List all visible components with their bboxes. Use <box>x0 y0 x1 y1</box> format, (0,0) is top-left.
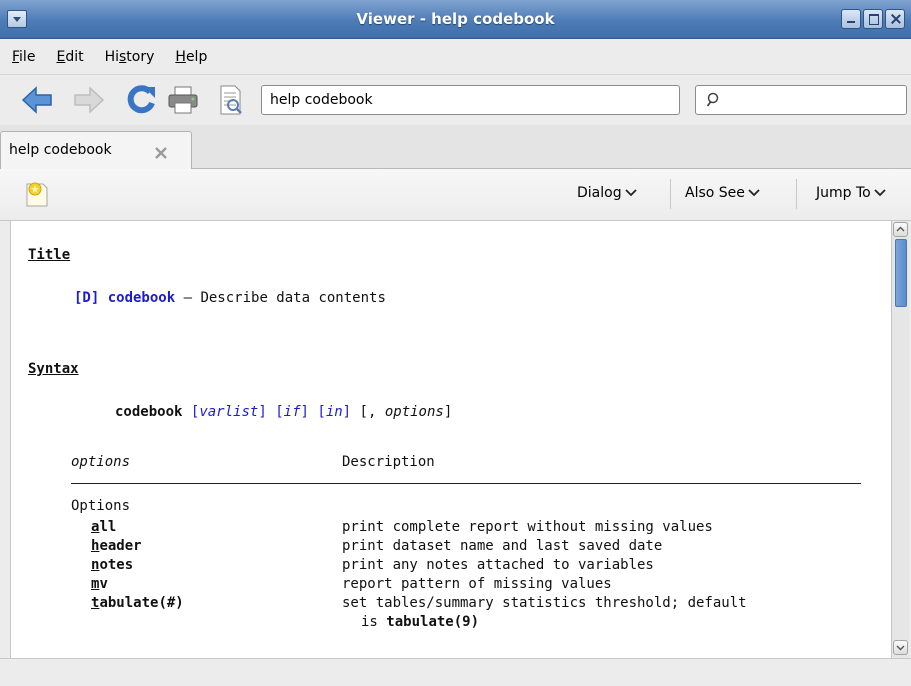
if-link[interactable]: if <box>284 404 301 420</box>
menu-file[interactable]: File <box>10 47 37 67</box>
dialog-label: Dialog <box>577 185 622 201</box>
maximize-button[interactable] <box>863 9 883 29</box>
chevron-down-icon <box>874 189 886 197</box>
syntax-line: codebook [varlist] [if] [in] [, options] <box>115 404 453 420</box>
option-mv[interactable]: mv <box>91 576 108 592</box>
window-titlebar: Viewer - help codebook <box>0 0 911 39</box>
window-title: Viewer - help codebook <box>356 10 555 28</box>
options-group-label: Options <box>71 498 131 514</box>
option-description: print any notes attached to variables <box>342 557 654 573</box>
manual-link[interactable]: [D] codebook <box>74 290 175 306</box>
options-column-header: options <box>71 454 131 470</box>
tab-help-codebook[interactable]: help codebook <box>0 131 192 170</box>
forward-arrow-icon[interactable] <box>72 83 106 117</box>
chevron-up-icon <box>896 226 905 232</box>
menu-help[interactable]: Help <box>173 47 209 67</box>
title-heading: Title <box>28 247 71 263</box>
option-description: print dataset name and last saved date <box>342 538 663 554</box>
menu-history[interactable]: History <box>103 47 157 67</box>
menubar: File Edit History Help <box>0 40 911 75</box>
option-description: print complete report without missing va… <box>342 519 713 535</box>
scroll-thumb[interactable] <box>895 239 907 307</box>
bookmark-note-icon[interactable] <box>25 180 51 208</box>
title-line: [D] codebook — Describe data contents <box>74 290 386 306</box>
print-icon[interactable] <box>166 83 200 117</box>
jump-to-label: Jump To <box>816 185 871 201</box>
scroll-down-button[interactable] <box>893 640 908 655</box>
table-rule <box>71 483 861 484</box>
search-icon <box>706 92 719 107</box>
search-input[interactable] <box>695 85 907 115</box>
menu-edit[interactable]: Edit <box>54 47 85 67</box>
option-description: set tables/summary statistics threshold;… <box>342 595 747 611</box>
syntax-heading: Syntax <box>28 361 79 377</box>
option-tabulate[interactable]: tabulate(#) <box>91 595 184 611</box>
close-window-button[interactable] <box>885 9 905 29</box>
also-see-label: Also See <box>685 185 745 201</box>
status-bar <box>0 658 911 686</box>
scroll-up-button[interactable] <box>893 222 908 237</box>
in-link[interactable]: in <box>326 404 343 420</box>
option-all[interactable]: all <box>91 519 116 535</box>
dialog-dropdown[interactable]: Dialog <box>577 185 637 201</box>
option-description: report pattern of missing values <box>342 576 612 592</box>
chevron-down-icon <box>624 189 637 197</box>
back-arrow-icon[interactable] <box>20 83 54 117</box>
minimize-button[interactable] <box>841 9 861 29</box>
description-column-header: Description <box>342 454 435 470</box>
address-input[interactable]: help codebook <box>261 85 680 115</box>
also-see-dropdown[interactable]: Also See <box>685 185 760 201</box>
jump-to-dropdown[interactable]: Jump To <box>816 185 886 201</box>
toolbar-separator <box>796 179 797 209</box>
reload-icon[interactable] <box>124 83 158 117</box>
varlist-link[interactable]: varlist <box>199 404 258 420</box>
title-description: — Describe data contents <box>183 290 386 306</box>
view-source-icon[interactable] <box>213 83 247 117</box>
tab-label: help codebook <box>9 142 112 158</box>
vertical-scrollbar[interactable] <box>891 221 909 658</box>
option-description-continuation: is tabulate(9) <box>361 614 480 630</box>
chevron-down-icon <box>748 189 760 197</box>
option-notes[interactable]: notes <box>91 557 133 573</box>
tab-strip: help codebook <box>0 125 911 170</box>
help-toolbar: Dialog Also See Jump To <box>0 169 911 221</box>
option-header[interactable]: header <box>91 538 142 554</box>
tab-close-icon[interactable] <box>153 146 169 160</box>
chevron-down-icon <box>896 645 905 651</box>
toolbar-separator <box>670 179 671 209</box>
help-content: Title [D] codebook — Describe data conte… <box>10 221 891 658</box>
